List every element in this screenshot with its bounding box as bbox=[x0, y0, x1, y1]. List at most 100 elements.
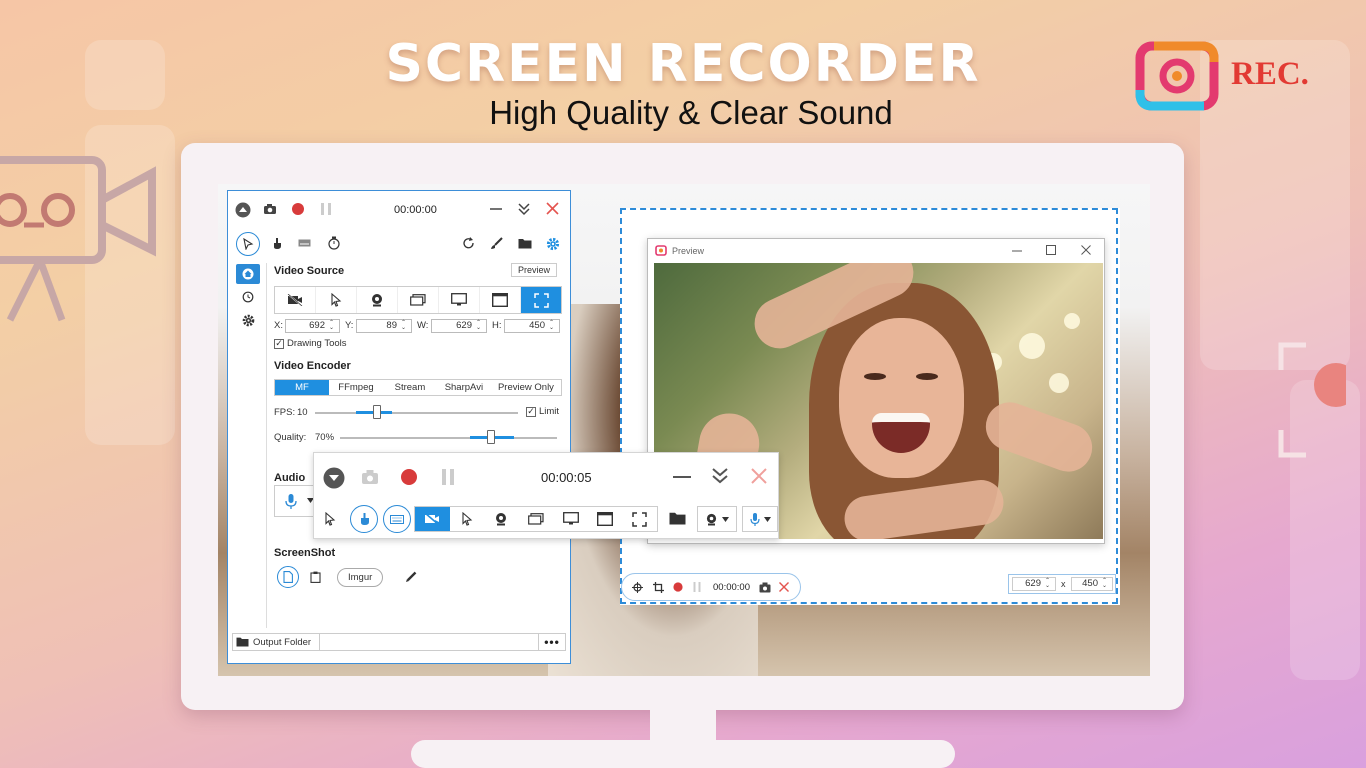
collapse-up-icon[interactable] bbox=[235, 202, 251, 218]
microphone-icon bbox=[749, 512, 760, 526]
hand-click-icon[interactable] bbox=[271, 237, 283, 250]
tab-ffmpeg[interactable]: FFmpeg bbox=[329, 380, 383, 395]
chevron-double-down-icon[interactable] bbox=[712, 467, 728, 485]
webcam-icon[interactable] bbox=[484, 507, 519, 531]
fps-limit-checkbox[interactable]: ✓ Limit bbox=[526, 406, 559, 417]
edit-pencil-icon[interactable] bbox=[405, 571, 417, 583]
refresh-icon[interactable] bbox=[462, 237, 475, 250]
output-folder-label: Output Folder bbox=[253, 636, 312, 648]
app-window-icon[interactable] bbox=[588, 507, 623, 531]
window-icon[interactable] bbox=[398, 287, 439, 313]
file-icon bbox=[283, 571, 293, 583]
keyboard-icon[interactable] bbox=[298, 239, 311, 247]
folder-icon[interactable] bbox=[236, 637, 249, 647]
folder-icon[interactable] bbox=[669, 512, 686, 525]
screenshot-targets: Imgur bbox=[274, 566, 434, 588]
video-source-selector bbox=[274, 286, 562, 314]
imgur-button[interactable]: Imgur bbox=[337, 568, 384, 587]
hand-click-button[interactable] bbox=[350, 505, 378, 533]
video-off-icon[interactable] bbox=[275, 287, 316, 313]
collapse-down-icon[interactable] bbox=[323, 467, 345, 489]
preview-window-title: Preview bbox=[672, 246, 705, 256]
fps-slider-track[interactable] bbox=[315, 412, 518, 414]
chevron-double-down-icon[interactable] bbox=[518, 202, 530, 216]
pause-button[interactable] bbox=[693, 582, 701, 592]
cursor-tool-icon[interactable] bbox=[236, 232, 260, 256]
drawing-tools-checkbox[interactable]: ✓ Drawing Tools bbox=[274, 338, 347, 349]
fullscreen-icon[interactable] bbox=[521, 287, 561, 313]
close-icon[interactable] bbox=[1081, 245, 1091, 255]
camera-icon[interactable] bbox=[759, 582, 771, 593]
minimize-icon[interactable] bbox=[673, 471, 691, 483]
crosshair-icon[interactable] bbox=[632, 582, 643, 593]
maximize-icon[interactable] bbox=[1046, 245, 1056, 255]
minimize-icon[interactable] bbox=[490, 202, 502, 216]
camera-icon[interactable] bbox=[361, 469, 379, 485]
record-button[interactable] bbox=[673, 582, 683, 592]
width-input[interactable]: 629 bbox=[431, 319, 487, 333]
close-icon[interactable] bbox=[751, 468, 767, 484]
pause-button[interactable] bbox=[441, 468, 455, 486]
screen-icon[interactable] bbox=[553, 507, 588, 531]
sidebar-divider bbox=[266, 263, 267, 628]
gear-icon[interactable] bbox=[546, 237, 560, 251]
camera-decoration-icon bbox=[0, 156, 156, 322]
video-source-title: Video Source bbox=[274, 265, 345, 277]
save-to-file-button[interactable] bbox=[277, 566, 299, 588]
video-off-icon[interactable] bbox=[415, 507, 450, 531]
chevron-down-icon bbox=[763, 516, 771, 522]
window-icon[interactable] bbox=[519, 507, 554, 531]
tab-stream[interactable]: Stream bbox=[383, 380, 437, 395]
timer-icon[interactable] bbox=[328, 236, 340, 250]
y-label: Y: bbox=[345, 320, 354, 331]
fps-slider-thumb[interactable] bbox=[373, 405, 381, 419]
crop-icon[interactable] bbox=[653, 582, 664, 593]
record-button[interactable] bbox=[291, 202, 305, 216]
quality-slider-thumb[interactable] bbox=[487, 430, 495, 444]
pause-button[interactable] bbox=[320, 202, 332, 216]
drawing-tools-label: Drawing Tools bbox=[287, 338, 347, 349]
region-width-input[interactable]: 629 bbox=[1012, 577, 1056, 591]
x-input[interactable]: 692 bbox=[285, 319, 340, 333]
logo-text: REC. bbox=[1231, 56, 1309, 92]
eye-shape bbox=[864, 373, 886, 380]
record-button[interactable] bbox=[400, 468, 418, 486]
sidebar bbox=[232, 263, 264, 633]
quality-slider-track[interactable] bbox=[340, 437, 557, 439]
more-options-button[interactable]: ••• bbox=[539, 635, 565, 649]
tab-mf[interactable]: MF bbox=[275, 380, 329, 395]
focus-frame-decoration-icon bbox=[1278, 342, 1346, 458]
cursor-icon[interactable] bbox=[450, 507, 485, 531]
cursor-tool-icon[interactable] bbox=[324, 512, 336, 526]
camera-icon[interactable] bbox=[263, 202, 277, 216]
webcam-dropdown[interactable] bbox=[697, 506, 737, 532]
sidebar-item-settings[interactable] bbox=[236, 310, 260, 330]
minimize-icon[interactable] bbox=[1012, 246, 1022, 256]
keystrokes-button[interactable] bbox=[383, 505, 411, 533]
cursor-icon[interactable] bbox=[316, 287, 357, 313]
output-folder-bar: Output Folder ••• bbox=[232, 633, 566, 651]
sidebar-item-history[interactable] bbox=[236, 287, 260, 307]
microphone-dropdown[interactable] bbox=[742, 506, 778, 532]
main-recorder-window: 00:00:00 Video Source Preview X: 692 ⌃⌄ … bbox=[227, 190, 571, 664]
clipboard-icon[interactable] bbox=[310, 571, 321, 583]
output-folder-path[interactable] bbox=[319, 634, 539, 650]
encoder-tabs: MF FFmpeg Stream SharpAvi Preview Only bbox=[274, 379, 562, 396]
webcam-icon bbox=[706, 513, 717, 525]
tab-preview-only[interactable]: Preview Only bbox=[491, 380, 561, 395]
screen-icon[interactable] bbox=[439, 287, 480, 313]
tab-sharpavi[interactable]: SharpAvi bbox=[437, 380, 491, 395]
close-icon[interactable] bbox=[546, 202, 559, 215]
close-icon[interactable] bbox=[779, 582, 789, 592]
height-input[interactable]: 450 bbox=[504, 319, 560, 333]
folder-icon[interactable] bbox=[518, 238, 532, 249]
sidebar-item-home[interactable] bbox=[236, 264, 260, 284]
fullscreen-icon[interactable] bbox=[622, 507, 657, 531]
bokeh-light bbox=[1019, 333, 1045, 359]
preview-button[interactable]: Preview bbox=[511, 263, 558, 277]
webcam-icon[interactable] bbox=[357, 287, 398, 313]
y-input[interactable]: 89 bbox=[356, 319, 412, 333]
region-height-input[interactable]: 450 bbox=[1071, 577, 1113, 591]
app-window-icon[interactable] bbox=[480, 287, 521, 313]
brush-icon[interactable] bbox=[490, 237, 503, 250]
